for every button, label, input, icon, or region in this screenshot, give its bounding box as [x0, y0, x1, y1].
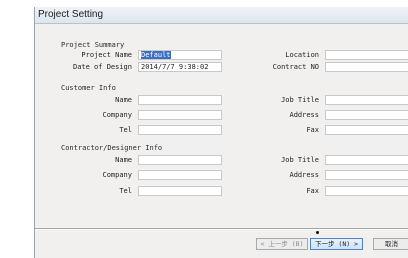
location-input[interactable]: [325, 50, 408, 60]
project-name-label: Project Name: [81, 51, 132, 59]
contractor-address-label: Address: [289, 171, 319, 179]
customer-address-input[interactable]: [325, 110, 408, 120]
customer-tel-input[interactable]: [138, 125, 222, 135]
customer-tel-label: Tel: [119, 126, 132, 134]
contract-no-label: Contract NO: [272, 63, 319, 71]
customer-info-heading: Customer Info: [61, 84, 116, 92]
customer-name-label: Name: [115, 96, 132, 104]
location-label: Location: [285, 51, 319, 59]
contractor-info-heading: Contractor/Designer Info: [61, 144, 163, 152]
marker-dot: [316, 231, 319, 234]
contractor-job-title-input[interactable]: [325, 155, 408, 165]
date-of-design-input[interactable]: 2014/7/7 9:38:02: [138, 62, 222, 72]
contractor-tel-input[interactable]: [138, 186, 222, 196]
customer-name-input[interactable]: [138, 95, 222, 105]
project-name-value: Default: [141, 51, 171, 59]
customer-job-title-label: Job Title: [281, 96, 319, 104]
customer-address-label: Address: [289, 111, 319, 119]
project-summary-heading: Project Summary: [61, 41, 125, 49]
customer-company-label: Company: [102, 111, 132, 119]
window-title: Project Setting: [38, 9, 104, 20]
button-separator: [35, 228, 408, 230]
title-bar: Project Setting: [35, 7, 408, 24]
contractor-job-title-label: Job Title: [281, 156, 319, 164]
contractor-fax-label: Fax: [306, 187, 319, 195]
cancel-button[interactable]: 取消: [373, 238, 408, 250]
contractor-tel-label: Tel: [119, 187, 132, 195]
project-name-input[interactable]: Default: [138, 50, 222, 60]
date-of-design-label: Date of Design: [72, 63, 132, 71]
back-button[interactable]: < 上一步 (B): [256, 238, 308, 250]
contractor-fax-input[interactable]: [325, 186, 408, 196]
customer-fax-label: Fax: [306, 126, 319, 134]
project-setting-dialog: Project Setting Project Summary Project …: [34, 7, 408, 258]
contractor-name-label: Name: [115, 156, 132, 164]
customer-company-input[interactable]: [138, 110, 222, 120]
next-button[interactable]: 下一步 (N) >: [310, 238, 363, 250]
contractor-address-input[interactable]: [325, 170, 408, 180]
contractor-company-input[interactable]: [138, 170, 222, 180]
contractor-company-label: Company: [102, 171, 132, 179]
contract-no-input[interactable]: [325, 62, 408, 72]
contractor-name-input[interactable]: [138, 155, 222, 165]
customer-job-title-input[interactable]: [325, 95, 408, 105]
customer-fax-input[interactable]: [325, 125, 408, 135]
